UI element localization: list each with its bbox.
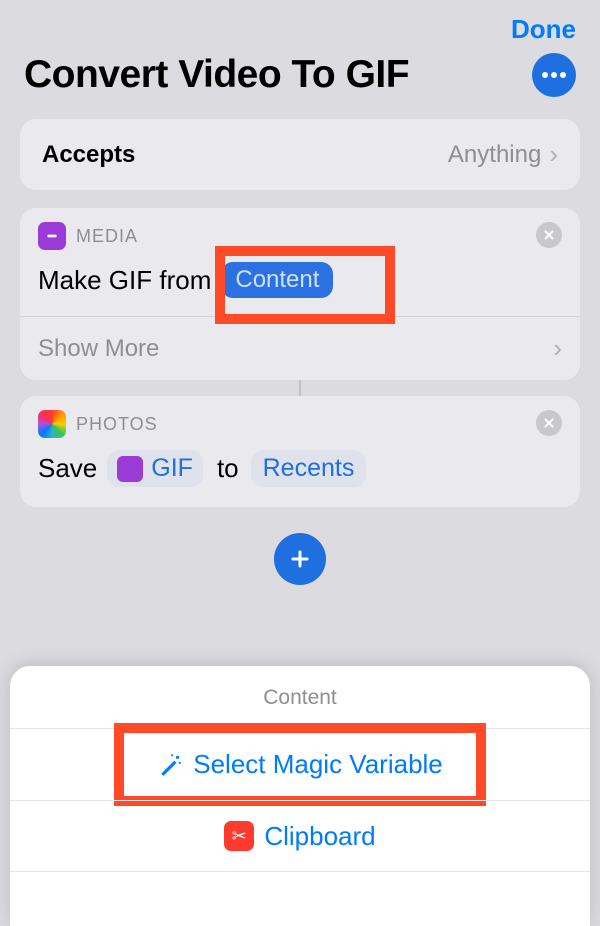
action-connector bbox=[299, 380, 301, 396]
action-text: Make GIF from bbox=[38, 265, 211, 296]
magic-wand-icon bbox=[157, 752, 183, 778]
shortcut-title: Convert Video To GIF bbox=[24, 53, 518, 97]
photos-icon bbox=[38, 410, 66, 438]
action-category-label: PHOTOS bbox=[76, 414, 158, 435]
add-action-button[interactable] bbox=[274, 533, 326, 585]
more-button[interactable] bbox=[532, 53, 576, 97]
action-text: Save bbox=[38, 453, 97, 484]
sheet-title: Content bbox=[10, 680, 590, 728]
gif-variable-token[interactable]: GIF bbox=[107, 450, 203, 487]
action-card-save-photos: PHOTOS Save GIF to Recents bbox=[20, 396, 580, 507]
chevron-right-icon: › bbox=[549, 139, 558, 170]
media-icon bbox=[38, 222, 66, 250]
select-magic-variable-row[interactable]: Select Magic Variable bbox=[10, 728, 590, 800]
scissors-icon: ✂ bbox=[224, 821, 254, 851]
show-more-label: Show More bbox=[38, 335, 159, 363]
clipboard-label: Clipboard bbox=[264, 821, 375, 852]
recents-album-token[interactable]: Recents bbox=[251, 450, 367, 487]
accepts-card[interactable]: Accepts Anything › bbox=[20, 119, 580, 190]
content-variable-pill[interactable]: Content bbox=[221, 262, 333, 298]
chevron-right-icon: › bbox=[553, 333, 562, 364]
accepts-label: Accepts bbox=[42, 141, 448, 169]
delete-action-button[interactable] bbox=[536, 222, 562, 248]
gif-token-label: GIF bbox=[151, 454, 193, 483]
media-icon bbox=[117, 456, 143, 482]
select-magic-variable-label: Select Magic Variable bbox=[193, 749, 443, 780]
accepts-value: Anything bbox=[448, 141, 541, 169]
ellipsis-icon bbox=[542, 72, 548, 78]
delete-action-button[interactable] bbox=[536, 410, 562, 436]
action-text: to bbox=[217, 453, 239, 484]
variable-picker-sheet: Content Select Magic Variable ✂ Clipboar… bbox=[10, 666, 590, 926]
clipboard-row[interactable]: ✂ Clipboard bbox=[10, 800, 590, 872]
action-category-label: MEDIA bbox=[76, 226, 138, 247]
action-card-make-gif: MEDIA Make GIF from Content Show More › bbox=[20, 208, 580, 380]
done-button[interactable]: Done bbox=[511, 14, 576, 45]
show-more-row[interactable]: Show More › bbox=[20, 316, 580, 380]
